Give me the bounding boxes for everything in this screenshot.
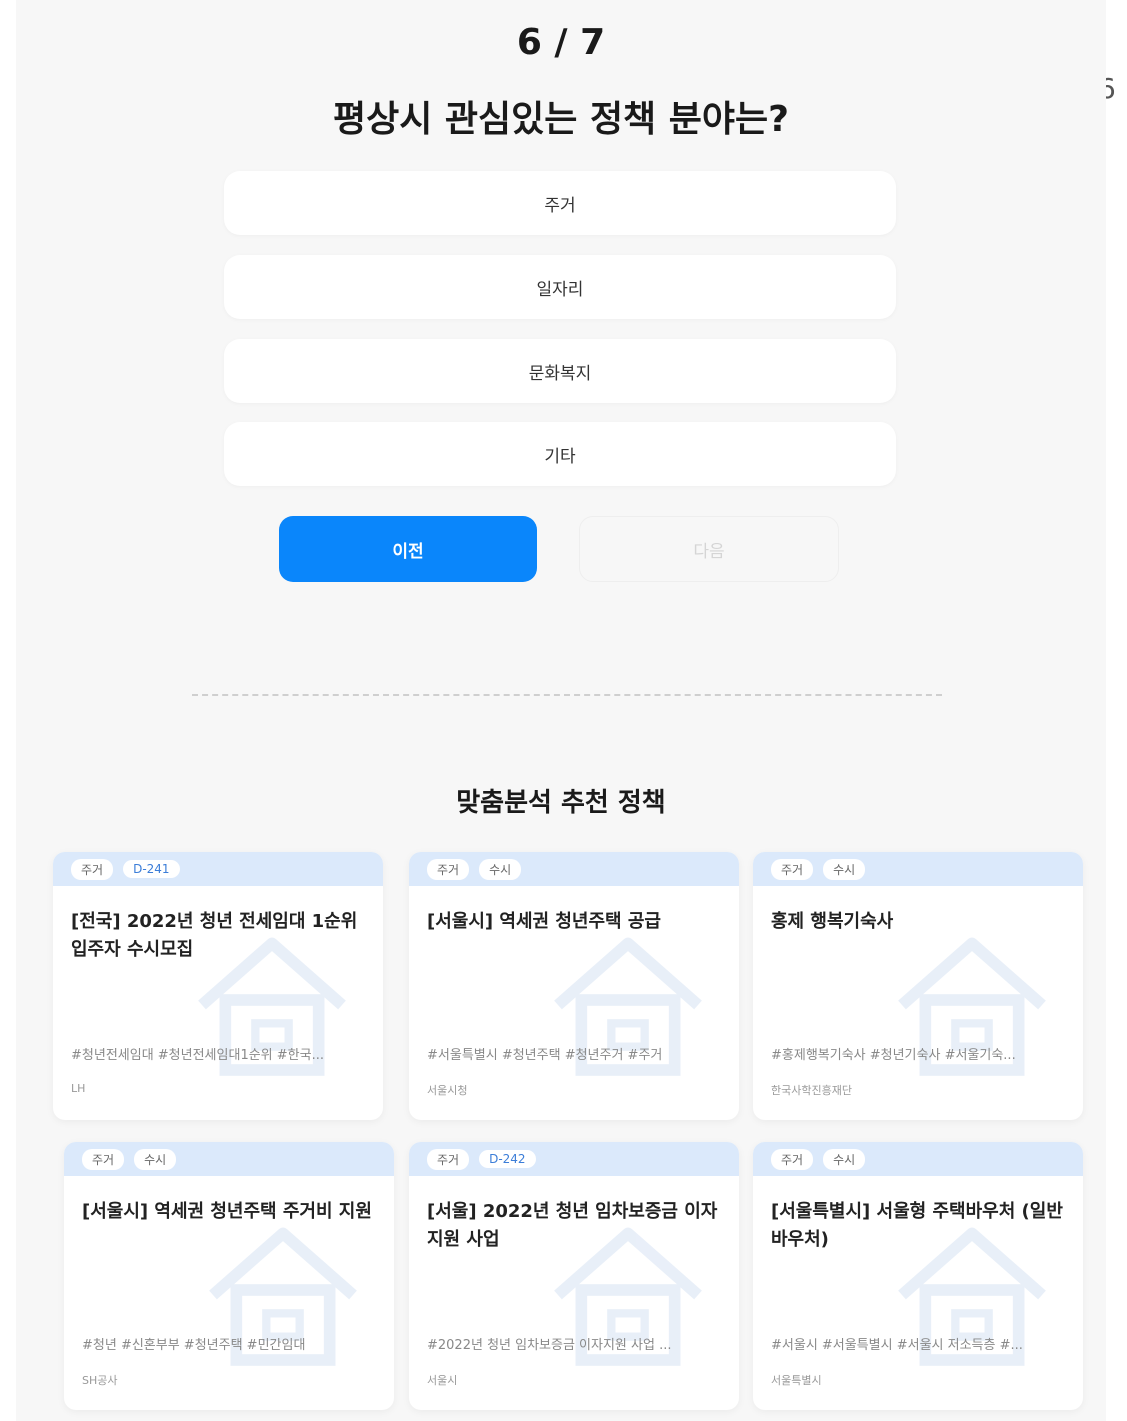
card-organization: 서울시청	[427, 1084, 468, 1097]
option-housing[interactable]: 주거	[224, 171, 896, 235]
card-title: [서울] 2022년 청년 임차보증금 이자지원 사업	[427, 1201, 718, 1250]
card-tag-bar: 주거 수시	[753, 852, 1083, 886]
card-hashtags: #청년 #신혼부부 #청년주택 #민간임대	[82, 1338, 306, 1353]
card-hashtags: #서울특별시 #청년주택 #청년주거 #주거	[427, 1048, 663, 1063]
category-tag: 주거	[427, 1148, 470, 1170]
prev-button[interactable]: 이전	[279, 516, 537, 582]
card-organization: LH	[71, 1082, 86, 1095]
option-culture-welfare[interactable]: 문화복지	[224, 339, 896, 403]
question-title: 평상시 관심있는 정책 분야는?	[333, 99, 789, 140]
deadline-tag: 수시	[823, 1148, 866, 1170]
card-organization: 서울시	[427, 1374, 458, 1387]
deadline-tag: 수시	[134, 1148, 177, 1170]
card-title: [서울시] 역세권 청년주택 주거비 지원	[82, 1201, 372, 1222]
card-tag-bar: 주거 D-242	[409, 1142, 739, 1176]
option-other[interactable]: 기타	[224, 422, 896, 486]
category-tag: 주거	[771, 858, 814, 880]
option-jobs[interactable]: 일자리	[224, 255, 896, 319]
policy-card[interactable]: 주거 D-241 [전국] 2022년 청년 전세임대 1순위 입주자 수시모집…	[53, 852, 383, 1120]
policy-card[interactable]: 주거 수시 [서울시] 역세권 청년주택 주거비 지원 #청년 #신혼부부 #청…	[64, 1142, 394, 1410]
card-organization: 한국사학진흥재단	[771, 1084, 852, 1097]
card-hashtags: #서울시 #서울특별시 #서울시 저소득층 #...	[771, 1338, 1023, 1353]
policy-card[interactable]: 주거 수시 [서울시] 역세권 청년주택 공급 #서울특별시 #청년주택 #청년…	[409, 852, 739, 1120]
deadline-tag: D-241	[123, 860, 180, 878]
deadline-tag: 수시	[479, 858, 522, 880]
section-divider	[192, 694, 942, 696]
card-title: [서울특별시] 서울형 주택바우처 (일반바우처)	[771, 1201, 1063, 1250]
category-tag: 주거	[771, 1148, 814, 1170]
deadline-tag: 수시	[823, 858, 866, 880]
deadline-tag: D-242	[479, 1150, 536, 1168]
card-tag-bar: 주거 D-241	[53, 852, 383, 886]
card-hashtags: #청년전세임대 #청년전세임대1순위 #한국...	[71, 1048, 324, 1063]
category-tag: 주거	[82, 1148, 125, 1170]
card-hashtags: #홍제행복기숙사 #청년기숙사 #서울기숙...	[771, 1048, 1016, 1063]
recommend-title: 맞춤분석 추천 정책	[456, 788, 666, 818]
card-tag-bar: 주거 수시	[409, 852, 739, 886]
step-indicator: 6 / 7	[516, 22, 606, 63]
card-hashtags: #2022년 청년 임차보증금 이자지원 사업 ...	[427, 1338, 672, 1353]
card-title: [전국] 2022년 청년 전세임대 1순위 입주자 수시모집	[71, 911, 358, 960]
category-tag: 주거	[71, 858, 114, 880]
policy-card[interactable]: 주거 수시 [서울특별시] 서울형 주택바우처 (일반바우처) #서울시 #서울…	[753, 1142, 1083, 1410]
card-organization: SH공사	[82, 1374, 118, 1387]
card-organization: 서울특별시	[771, 1374, 822, 1387]
next-button[interactable]: 다음	[579, 516, 839, 582]
policy-card[interactable]: 주거 D-242 [서울] 2022년 청년 임차보증금 이자지원 사업 #20…	[409, 1142, 739, 1410]
category-tag: 주거	[427, 858, 470, 880]
card-tag-bar: 주거 수시	[753, 1142, 1083, 1176]
policy-card[interactable]: 주거 수시 홍제 행복기숙사 #홍제행복기숙사 #청년기숙사 #서울기숙... …	[753, 852, 1083, 1120]
card-tag-bar: 주거 수시	[64, 1142, 394, 1176]
card-title: 홍제 행복기숙사	[771, 911, 894, 932]
card-title: [서울시] 역세권 청년주택 공급	[427, 911, 661, 932]
survey-panel: 6 / 7 평상시 관심있는 정책 분야는? 주거 일자리 문화복지 기타 이전…	[16, 0, 1106, 1421]
